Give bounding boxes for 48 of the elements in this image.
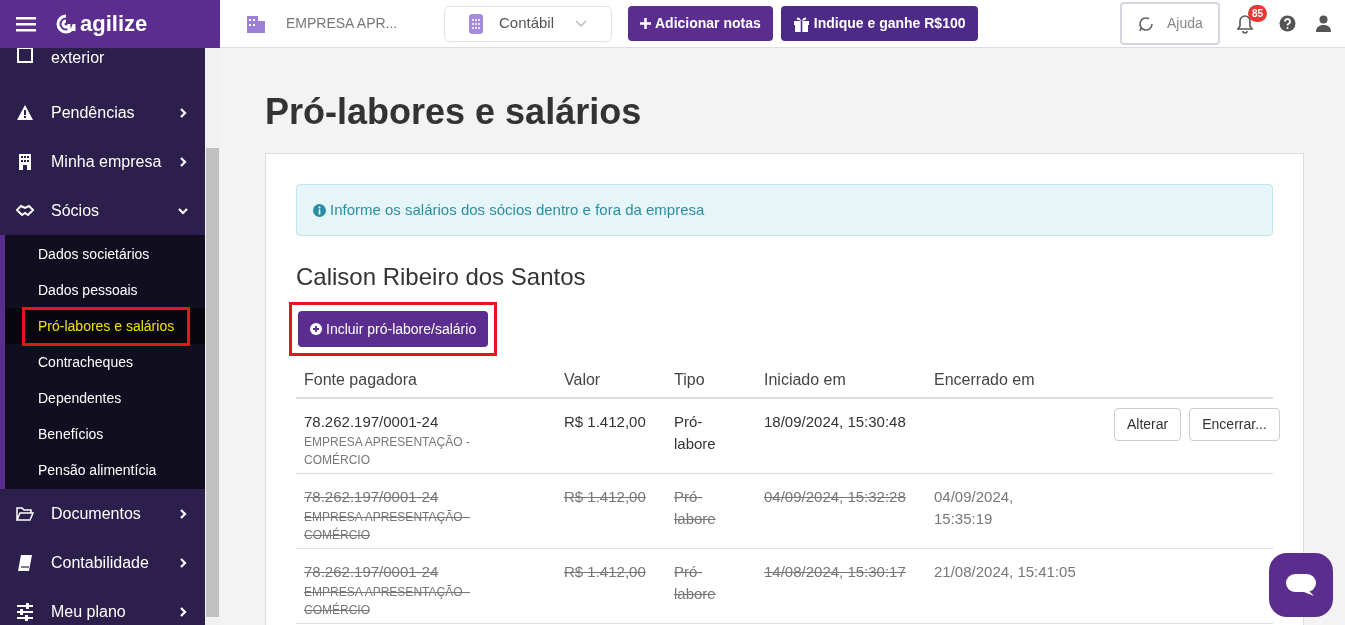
submenu-item[interactable]: Pensão alimentícia xyxy=(25,453,170,487)
cnpj-text: 78.262.197/0001-24 xyxy=(304,487,440,507)
value-text: R$ 1.412,00 xyxy=(564,412,647,432)
sidebar-item[interactable]: Documentos xyxy=(0,489,205,538)
notification-badge: 85 xyxy=(1247,5,1267,22)
column-header: Fonte pagadora xyxy=(304,369,418,390)
submenu-item[interactable]: Contracheques xyxy=(25,345,146,379)
company-text: EMPRESA APRESENTAÇÃO - COMÉRCIO xyxy=(304,509,471,544)
column-header: Encerrado em xyxy=(934,369,1036,390)
row-action-button[interactable]: Encerrar... xyxy=(1189,408,1280,441)
submenu-item[interactable]: Benefícios xyxy=(25,417,117,451)
partner-name: Calison Ribeiro dos Santos xyxy=(296,262,587,292)
type-text: Pró-labore xyxy=(674,412,717,454)
row-action-button[interactable]: Alterar xyxy=(1114,408,1182,441)
column-header: Iniciado em xyxy=(764,369,847,390)
submenu-item[interactable]: Dependentes xyxy=(25,381,135,415)
start-date-text: 18/09/2024, 15:30:48 xyxy=(764,412,907,432)
start-date-text: 14/08/2024, 15:30:17 xyxy=(764,562,907,582)
help-button[interactable]: Ajuda xyxy=(1119,2,1220,45)
type-text: Pró-labore xyxy=(674,562,717,604)
company-text: EMPRESA APRESENTAÇÃO - COMÉRCIO xyxy=(304,434,471,469)
end-date-text: 04/09/2024, 15:35:19 xyxy=(934,487,1015,529)
start-date-text: 04/09/2024, 15:32:28 xyxy=(764,487,907,507)
sidebar-item[interactable]: exterior xyxy=(0,48,205,88)
module-select[interactable]: Contábil xyxy=(444,5,612,42)
value-text: R$ 1.412,00 xyxy=(564,562,647,582)
sidebar-item[interactable]: Contabilidade xyxy=(0,538,205,587)
logo-text: agilize xyxy=(80,13,148,35)
company-name[interactable]: EMPRESA APR... xyxy=(286,13,436,34)
referral-button[interactable]: Indique e ganhe R$100 xyxy=(780,6,978,41)
sidebar-item[interactable]: Pendências xyxy=(0,88,205,137)
end-date-text: 21/08/2024, 15:41:05 xyxy=(934,562,1076,582)
sidebar-item[interactable]: Minha empresa xyxy=(0,137,205,186)
page-title: Pró-labores e salários xyxy=(265,90,643,134)
column-header: Valor xyxy=(564,369,602,390)
cnpj-text: 78.262.197/0001-24 xyxy=(304,412,440,432)
submenu-item[interactable]: Dados pessoais xyxy=(25,273,151,307)
column-header: Tipo xyxy=(674,369,706,390)
add-notes-button[interactable]: Adicionar notas xyxy=(628,6,773,41)
sidebar-item[interactable]: Sócios xyxy=(0,186,205,235)
add-salary-button[interactable]: Incluir pró-labore/salário xyxy=(298,311,489,347)
submenu-item[interactable]: Dados societários xyxy=(25,237,163,271)
type-text: Pró-labore xyxy=(674,487,717,529)
info-alert: Informe os salários dos sócios dentro e fora da empresa xyxy=(296,184,1273,236)
sidebar-item[interactable]: Meu plano xyxy=(0,587,205,625)
value-text: R$ 1.412,00 xyxy=(564,487,647,507)
cnpj-text: 78.262.197/0001-24 xyxy=(304,562,440,582)
company-text: EMPRESA APRESENTAÇÃO - COMÉRCIO xyxy=(304,584,471,619)
